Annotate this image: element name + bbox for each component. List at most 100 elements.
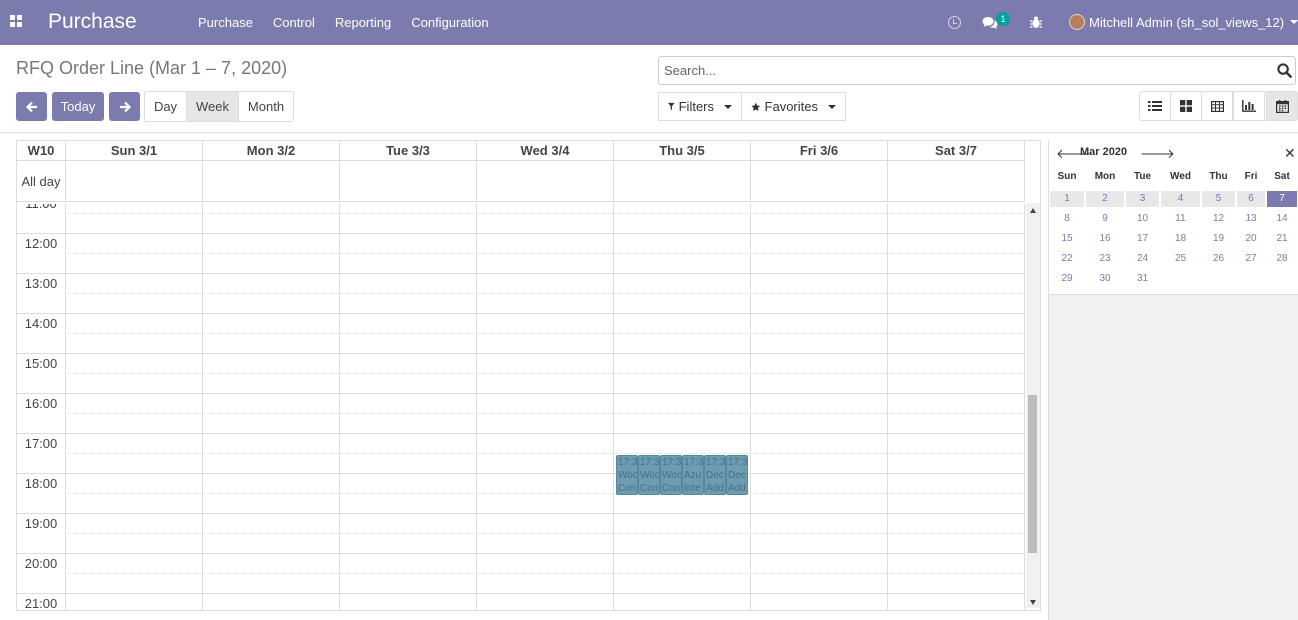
- mini-day[interactable]: 9: [1086, 211, 1124, 227]
- day-header[interactable]: Fri 3/6: [751, 141, 888, 160]
- menu-reporting[interactable]: Reporting: [335, 15, 391, 30]
- mini-day[interactable]: 27: [1237, 251, 1265, 267]
- menu-control[interactable]: Control: [273, 15, 315, 30]
- mini-day[interactable]: 28: [1267, 251, 1297, 267]
- mini-day[interactable]: 10: [1126, 211, 1159, 227]
- kanban-view-button[interactable]: [1170, 91, 1202, 121]
- hour-row[interactable]: 21:00: [17, 593, 1025, 610]
- mini-day[interactable]: 31: [1126, 271, 1159, 287]
- mini-day[interactable]: 1: [1050, 191, 1084, 207]
- mini-day[interactable]: 23: [1086, 251, 1124, 267]
- mode-week-button[interactable]: Week: [186, 91, 239, 122]
- graph-view-button[interactable]: [1233, 91, 1265, 121]
- mini-day[interactable]: 24: [1126, 251, 1159, 267]
- calendar-event[interactable]: 17:30 Woo Con: [638, 455, 660, 495]
- search-input[interactable]: [664, 57, 1254, 83]
- hour-row[interactable]: 14:00: [17, 313, 1025, 353]
- allday-cell[interactable]: [66, 161, 203, 201]
- mini-day[interactable]: 17: [1126, 231, 1159, 247]
- mini-day[interactable]: 6: [1237, 191, 1265, 207]
- mini-day[interactable]: 14: [1267, 211, 1297, 227]
- hour-row[interactable]: 17:00: [17, 433, 1025, 473]
- calendar-event[interactable]: 17:30 Woo Con: [616, 455, 638, 495]
- mini-day[interactable]: 4: [1161, 191, 1200, 207]
- calendar-scrollbar[interactable]: [1026, 203, 1040, 608]
- time-grid[interactable]: 11:00 12:00 13:00 14:00 15:00 16:00 17:00 18:00…: [17, 204, 1025, 610]
- favorites-dropdown[interactable]: Favorites: [741, 92, 846, 121]
- mini-day[interactable]: 16: [1086, 231, 1124, 247]
- mini-day[interactable]: 5: [1202, 191, 1235, 207]
- event-text: 17:30: [684, 457, 704, 468]
- activity-clock-icon[interactable]: [948, 0, 962, 45]
- previous-button[interactable]: [16, 92, 47, 121]
- user-menu[interactable]: Mitchell Admin (sh_sol_views_12): [1089, 15, 1284, 30]
- close-icon[interactable]: ✕: [1284, 145, 1296, 162]
- hour-row[interactable]: 19:00: [17, 513, 1025, 553]
- mini-day[interactable]: 11: [1161, 211, 1200, 227]
- filters-dropdown[interactable]: Filters: [658, 92, 742, 121]
- calendar-event[interactable]: 17:30 Azu Inte: [682, 455, 704, 495]
- apps-menu-icon[interactable]: [10, 15, 22, 27]
- mini-day[interactable]: 26: [1202, 251, 1235, 267]
- list-view-button[interactable]: [1139, 91, 1171, 121]
- calendar-view-button[interactable]: [1266, 91, 1298, 121]
- mini-day[interactable]: 29: [1050, 271, 1084, 287]
- hour-row[interactable]: 12:00: [17, 233, 1025, 273]
- scrollbar-thumb[interactable]: [1028, 395, 1037, 553]
- calendar-event[interactable]: 17:30 Dec Add: [726, 455, 748, 495]
- allday-cell[interactable]: [203, 161, 340, 201]
- hour-row[interactable]: 16:00: [17, 393, 1025, 433]
- mini-day[interactable]: 12: [1202, 211, 1235, 227]
- day-header[interactable]: Sun 3/1: [66, 141, 203, 160]
- calendar-event[interactable]: 17:30 Woo Con: [660, 455, 682, 495]
- allday-cell[interactable]: [340, 161, 477, 201]
- chat-icon[interactable]: [982, 0, 998, 45]
- menu-purchase[interactable]: Purchase: [198, 15, 253, 30]
- mode-day-button[interactable]: Day: [144, 91, 187, 122]
- event-text: 17:30: [662, 457, 682, 468]
- hour-row[interactable]: 20:00: [17, 553, 1025, 593]
- mini-day[interactable]: 21: [1267, 231, 1297, 247]
- mini-day[interactable]: 13: [1237, 211, 1265, 227]
- pivot-view-button[interactable]: [1201, 91, 1233, 121]
- mini-day[interactable]: 20: [1237, 231, 1265, 247]
- mini-day[interactable]: 15: [1050, 231, 1084, 247]
- mini-day[interactable]: 7: [1267, 191, 1297, 207]
- mode-month-button[interactable]: Month: [238, 91, 294, 122]
- hour-row[interactable]: 13:00: [17, 273, 1025, 313]
- scroll-down-icon[interactable]: [1030, 600, 1036, 605]
- next-button[interactable]: [109, 92, 140, 121]
- mini-day[interactable]: 8: [1050, 211, 1084, 227]
- day-header[interactable]: Tue 3/3: [340, 141, 477, 160]
- hour-row[interactable]: 11:00: [17, 204, 1025, 233]
- search-icon[interactable]: [1277, 63, 1292, 78]
- calendar-event[interactable]: 17:30 Dec Add: [704, 455, 726, 495]
- event-text: 17:30: [706, 457, 726, 468]
- allday-cell[interactable]: [888, 161, 1025, 201]
- app-brand[interactable]: Purchase: [48, 10, 137, 34]
- scroll-up-icon[interactable]: [1030, 208, 1036, 213]
- mini-day[interactable]: 2: [1086, 191, 1124, 207]
- user-caret-icon[interactable]: [1290, 20, 1298, 24]
- today-button[interactable]: Today: [52, 92, 104, 121]
- menu-configuration[interactable]: Configuration: [411, 15, 488, 30]
- user-avatar[interactable]: [1069, 14, 1085, 30]
- allday-cell[interactable]: [614, 161, 751, 201]
- day-header[interactable]: Mon 3/2: [203, 141, 340, 160]
- mini-day[interactable]: 18: [1161, 231, 1200, 247]
- hour-row[interactable]: 18:00: [17, 473, 1025, 513]
- day-header[interactable]: Wed 3/4: [477, 141, 614, 160]
- allday-cell[interactable]: [751, 161, 888, 201]
- mini-day[interactable]: 3: [1126, 191, 1159, 207]
- mini-day[interactable]: 19: [1202, 231, 1235, 247]
- day-header[interactable]: Sat 3/7: [888, 141, 1025, 160]
- list-view-icon: [1148, 101, 1162, 111]
- hour-row[interactable]: 15:00: [17, 353, 1025, 393]
- mini-next-icon[interactable]: 🡒: [1140, 146, 1175, 162]
- allday-cell[interactable]: [477, 161, 614, 201]
- mini-day[interactable]: 22: [1050, 251, 1084, 267]
- mini-day[interactable]: 30: [1086, 271, 1124, 287]
- debug-bug-icon[interactable]: [1030, 0, 1042, 45]
- day-header[interactable]: Thu 3/5: [614, 141, 751, 160]
- mini-day[interactable]: 25: [1161, 251, 1200, 267]
